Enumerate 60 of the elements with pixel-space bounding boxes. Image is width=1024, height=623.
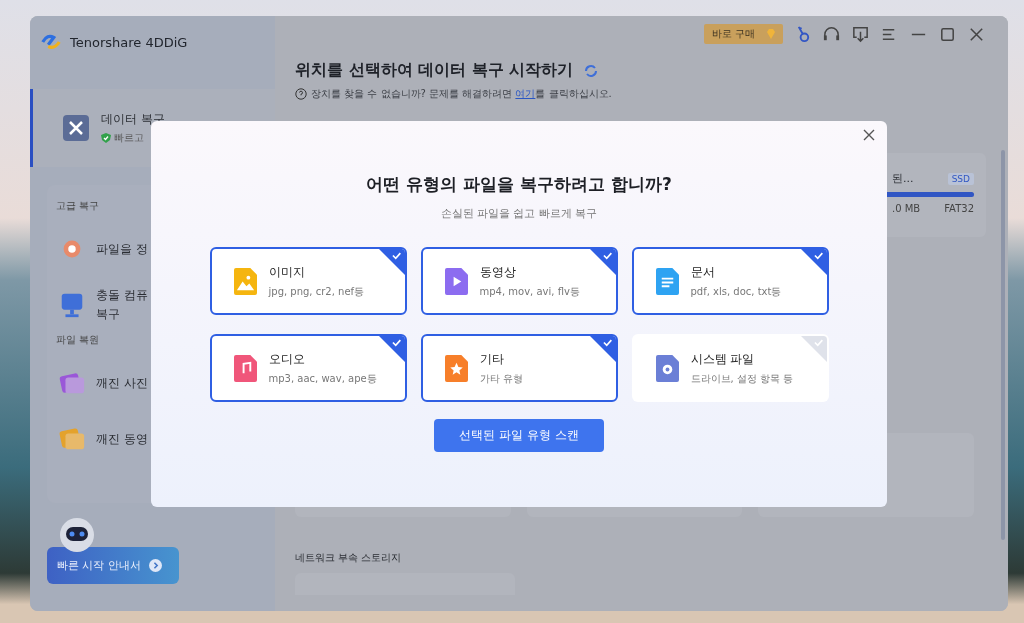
checked-corner-icon <box>800 249 827 275</box>
file-type-option[interactable]: 기타 가타 유형 <box>420 334 618 402</box>
file-type-extensions: pdf, xls, doc, txt등 <box>690 284 782 299</box>
document-file-icon <box>655 267 679 295</box>
section-title: 파일 복원 <box>56 333 101 347</box>
video-file-icon <box>444 267 468 295</box>
file-type-option[interactable]: 이미지 jpg, png, cr2, nef등 <box>209 247 407 315</box>
help-icon <box>295 88 307 100</box>
file-type-name: 동영상 <box>479 263 517 281</box>
page-heading: 위치를 선택하여 데이터 복구 시작하기 <box>295 60 574 81</box>
file-type-extensions: mp3, aac, wav, ape등 <box>268 371 377 386</box>
dialog-subtitle: 손실된 파일을 쉽고 빠르게 복구 <box>440 206 598 221</box>
other-file-icon <box>444 354 468 382</box>
image-file-icon <box>233 267 257 295</box>
file-type-extensions: 드라이브, 설정 항목 등 <box>690 371 794 386</box>
item-label[interactable]: 복구 <box>96 306 148 323</box>
file-type-extensions: mp4, mov, avi, flv등 <box>479 284 580 299</box>
unchecked-corner-icon <box>800 336 827 362</box>
file-type-option[interactable]: 시스템 파일 드라이브, 설정 항목 등 <box>631 334 829 402</box>
scrollbar[interactable] <box>1001 150 1005 540</box>
drive-name: 된... <box>892 171 914 186</box>
section-title: 고급 복구 <box>56 199 101 213</box>
drive-type-tag: SSD <box>947 172 974 185</box>
file-type-name: 문서 <box>690 263 716 281</box>
robot-icon <box>57 517 97 553</box>
checked-corner-icon <box>589 336 616 362</box>
checked-corner-icon <box>378 249 405 275</box>
file-type-name: 오디오 <box>268 350 306 368</box>
buy-button[interactable]: 바로 구매 <box>703 24 783 44</box>
download-icon[interactable] <box>851 24 870 44</box>
file-type-extensions: jpg, png, cr2, nef등 <box>268 284 365 299</box>
checked-corner-icon <box>589 249 616 275</box>
item-label[interactable]: 파일을 정 <box>96 240 148 258</box>
scan-button[interactable]: 선택된 파일 유형 스캔 <box>434 419 604 452</box>
file-type-extensions: 가타 유형 <box>479 371 523 386</box>
file-type-option[interactable]: 문서 pdf, xls, doc, txt등 <box>631 247 829 315</box>
close-icon[interactable] <box>862 128 876 142</box>
guide-button[interactable]: 빠른 시작 안내서 <box>47 547 179 584</box>
diamond-icon <box>765 28 777 40</box>
item-label[interactable]: 깨진 사진 <box>96 374 148 392</box>
item-label[interactable]: 충돌 컴퓨 <box>96 287 148 304</box>
section-title: 네트워크 부속 스토리지 <box>295 551 403 565</box>
app-title: Tenorshare 4DDiG <box>70 34 188 50</box>
item-label[interactable]: 깨진 동영 <box>96 430 148 448</box>
drive-filesystem: FAT32 <box>944 203 974 214</box>
chevron-icon <box>149 559 162 572</box>
help-text: 장치를 찾을 수 없습니까? 문제를 해결하려면 여기를 클릭하십시오. <box>311 87 612 101</box>
system-file-icon <box>655 354 679 382</box>
item-sublabel: 빠르고 <box>114 131 144 145</box>
drive-size: .0 MB <box>892 203 921 214</box>
file-type-name: 이미지 <box>268 263 306 281</box>
file-type-option[interactable]: 동영상 mp4, mov, avi, flv등 <box>420 247 618 315</box>
file-type-option[interactable]: 오디오 mp3, aac, wav, ape등 <box>209 334 407 402</box>
checked-corner-icon <box>378 336 405 362</box>
item-label: 데이터 복구 <box>101 111 165 128</box>
file-type-name: 시스템 파일 <box>690 350 756 368</box>
file-type-name: 기타 <box>479 350 505 368</box>
shield-check-icon <box>101 133 111 143</box>
dialog-title: 어떤 유형의 파일을 복구하려고 합니까? <box>366 173 672 196</box>
audio-file-icon <box>233 354 257 382</box>
